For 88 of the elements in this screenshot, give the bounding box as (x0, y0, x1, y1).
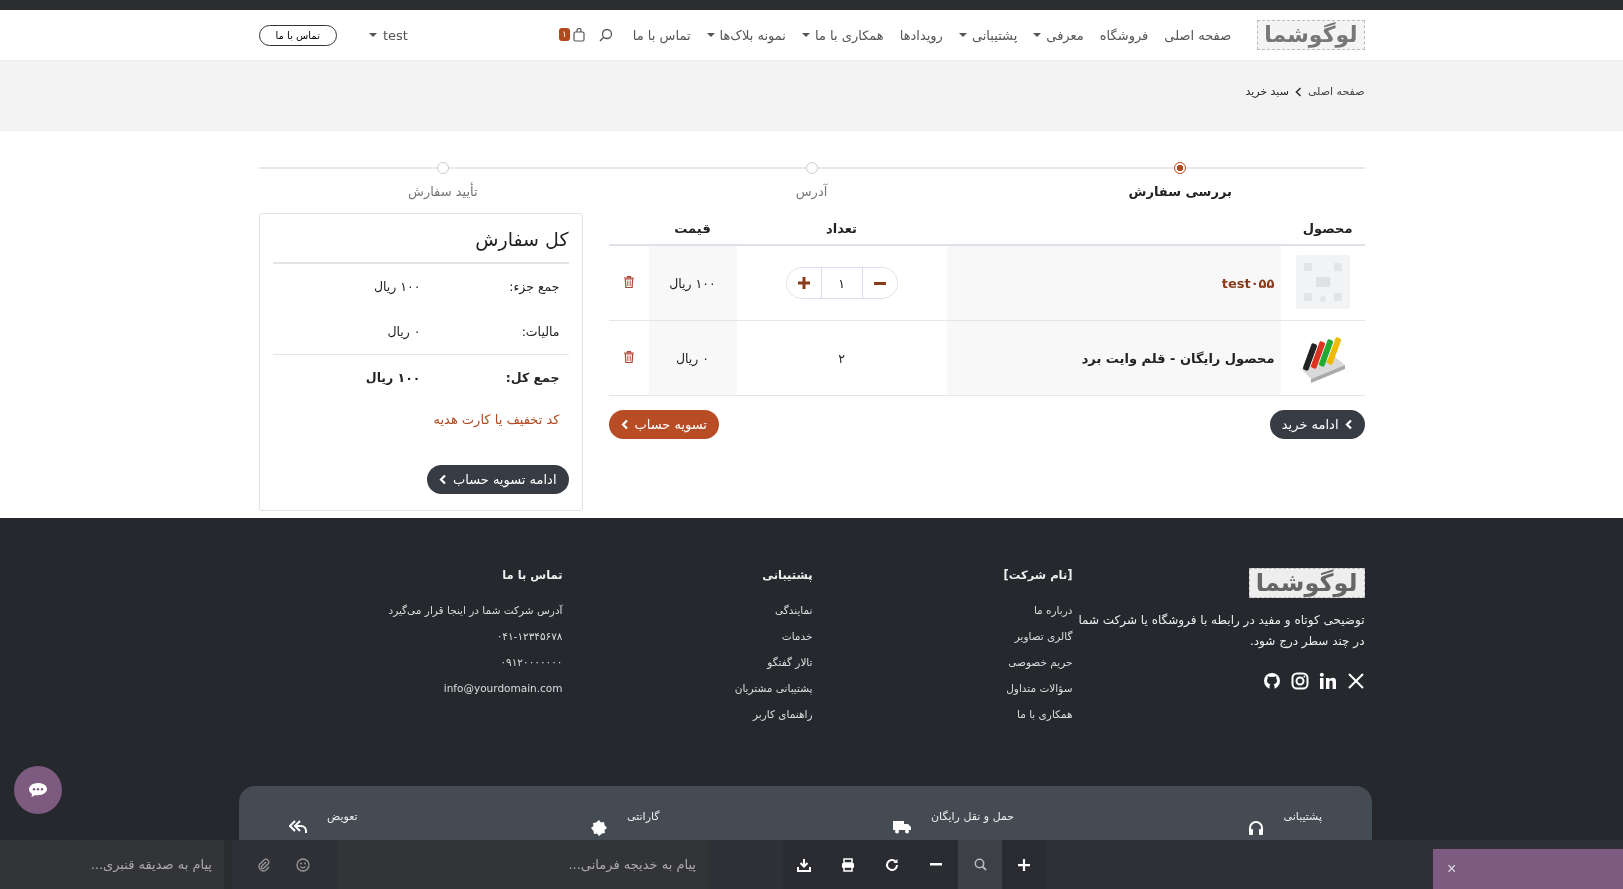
menu-item[interactable]: رویدادها (899, 27, 943, 43)
chevron-icon (620, 419, 629, 430)
footer-logo: لوگوشما (1248, 568, 1365, 598)
chevron-icon (438, 474, 447, 485)
footer-link[interactable]: درباره ما (1033, 604, 1073, 616)
footer-link[interactable]: راهنمای کاربر (753, 708, 813, 720)
footer-heading: تماس با ما (502, 568, 563, 582)
close-button[interactable]: × (1441, 859, 1463, 879)
footer-heading: پشتیبانی (762, 568, 813, 582)
chat-icon (28, 782, 48, 798)
feature-label: تعویض (327, 810, 358, 823)
summary-label: جمع جزء: (508, 279, 560, 294)
shopping-bag-icon[interactable] (572, 28, 585, 42)
search-icon[interactable] (598, 28, 613, 42)
footer-link[interactable]: نمایندگی (774, 604, 813, 616)
badge-icon (591, 820, 608, 836)
plus-icon (1018, 858, 1030, 871)
product-link[interactable]: test۰۵۵ (1221, 275, 1275, 291)
menu-item[interactable]: معرفی (1033, 27, 1084, 43)
column-header: تعداد (736, 213, 947, 245)
summary-label: مالیات: (520, 324, 560, 339)
menu-item[interactable]: فروشگاه (1099, 27, 1149, 43)
menu-item[interactable]: تماس با ما (632, 27, 691, 43)
summary-value: ۱۰۰ ریال (364, 370, 421, 385)
refresh-icon (885, 857, 899, 872)
step-label: آدرس (795, 184, 828, 199)
search-icon (973, 858, 987, 871)
footer-link[interactable]: info@yourdomain.com (443, 682, 563, 694)
minus-icon (930, 863, 942, 866)
proceed-checkout-button[interactable]: ادامه تسویه حساب (426, 465, 569, 494)
headset-icon (1247, 820, 1264, 836)
step-label: تأیید سفارش (408, 184, 478, 199)
checkout-button[interactable]: تسویه حساب (608, 410, 719, 439)
printer-icon (841, 857, 855, 872)
breadcrumb-item[interactable]: صفحه اصلی (1307, 85, 1365, 98)
footer-link[interactable]: خدمات (781, 630, 813, 642)
trash-icon[interactable] (623, 275, 634, 288)
footer-link[interactable]: پشتیبانی مشتریان (734, 682, 813, 694)
download-icon (797, 857, 811, 872)
step-label: بررسی سفارش (1128, 184, 1232, 199)
x-icon[interactable] (1346, 672, 1365, 690)
footer-link[interactable]: حریم خصوصی (1008, 656, 1073, 668)
user-menu[interactable]: test (368, 27, 408, 43)
feature-label: حمل و نقل رایگان (930, 810, 1015, 823)
quantity-text: ۲ (838, 350, 845, 366)
chevron-icon (1294, 86, 1302, 97)
footer-heading: [نام شرکت] (1003, 568, 1073, 582)
footer-description: توضیحی کوتاه و مفید در رابطه با فروشگاه یا شرکت شما در چند سطر درج شود. (1077, 612, 1365, 650)
chevron-icon (1344, 419, 1353, 430)
plus-icon (797, 277, 810, 289)
price-text: ۰ ریال (675, 350, 710, 366)
feature-label: گارانتی (627, 810, 660, 823)
footer-link[interactable]: همکاری با ما (1017, 708, 1073, 720)
message-input[interactable]: پیام به خدیجه فرمانی... (338, 840, 708, 889)
paperclip-icon[interactable] (258, 857, 270, 872)
price-text: ۱۰۰ ریال (669, 275, 716, 291)
cart-count-badge: ۱ (558, 28, 570, 41)
footer-link[interactable]: ۰۴۱-۱۲۳۴۵۶۷۸ (496, 630, 563, 642)
promo-code-link[interactable]: کد تخفیف یا کارت هدیه (272, 400, 569, 465)
smiley-icon[interactable] (296, 857, 310, 872)
minus-icon (873, 281, 886, 285)
logo[interactable]: لوگوشما (1257, 20, 1365, 50)
summary-label: جمع کل: (504, 370, 560, 385)
footer-link[interactable]: آدرس شرکت شما در اینجا قرار می‌گیرد (388, 604, 563, 616)
footer-link[interactable]: گالری تصاویر (1014, 630, 1073, 642)
menu-item[interactable]: نمونه بلاک‌ها (706, 27, 786, 43)
caret-icon (368, 33, 377, 37)
footer-link[interactable]: ۰۹۱۲۰۰۰۰۰۰۰ (500, 656, 563, 668)
footer-link[interactable]: تالار گفتگو (767, 656, 813, 668)
menu-item[interactable]: همکاری با ما (801, 27, 884, 43)
contact-button[interactable]: تماس با ما (258, 24, 337, 46)
summary-title: کل سفارش (272, 224, 569, 264)
message-input[interactable]: پیام به صدیقه قنبری... (0, 840, 232, 889)
trash-icon[interactable] (623, 350, 634, 363)
truck-icon (892, 820, 911, 834)
menu-item[interactable]: پشتیبانی (958, 27, 1018, 43)
continue-shopping-button[interactable]: ادامه خرید (1269, 410, 1365, 439)
summary-value: ۰ ریال (386, 324, 421, 339)
linkedin-icon[interactable] (1318, 672, 1337, 690)
instagram-icon[interactable] (1290, 672, 1309, 690)
product-name: محصول رایگان - قلم وایت برد (1081, 350, 1275, 366)
breadcrumb-item: سبد خرید (1245, 85, 1289, 98)
menu-item[interactable]: صفحه اصلی (1164, 27, 1232, 43)
github-icon[interactable] (1262, 672, 1281, 690)
feature-label: پشتیبانی (1283, 810, 1322, 823)
summary-value: ۱۰۰ ریال (372, 279, 421, 294)
footer-link[interactable]: سؤالات متداول (1006, 682, 1073, 694)
reply-all-icon (289, 820, 307, 834)
